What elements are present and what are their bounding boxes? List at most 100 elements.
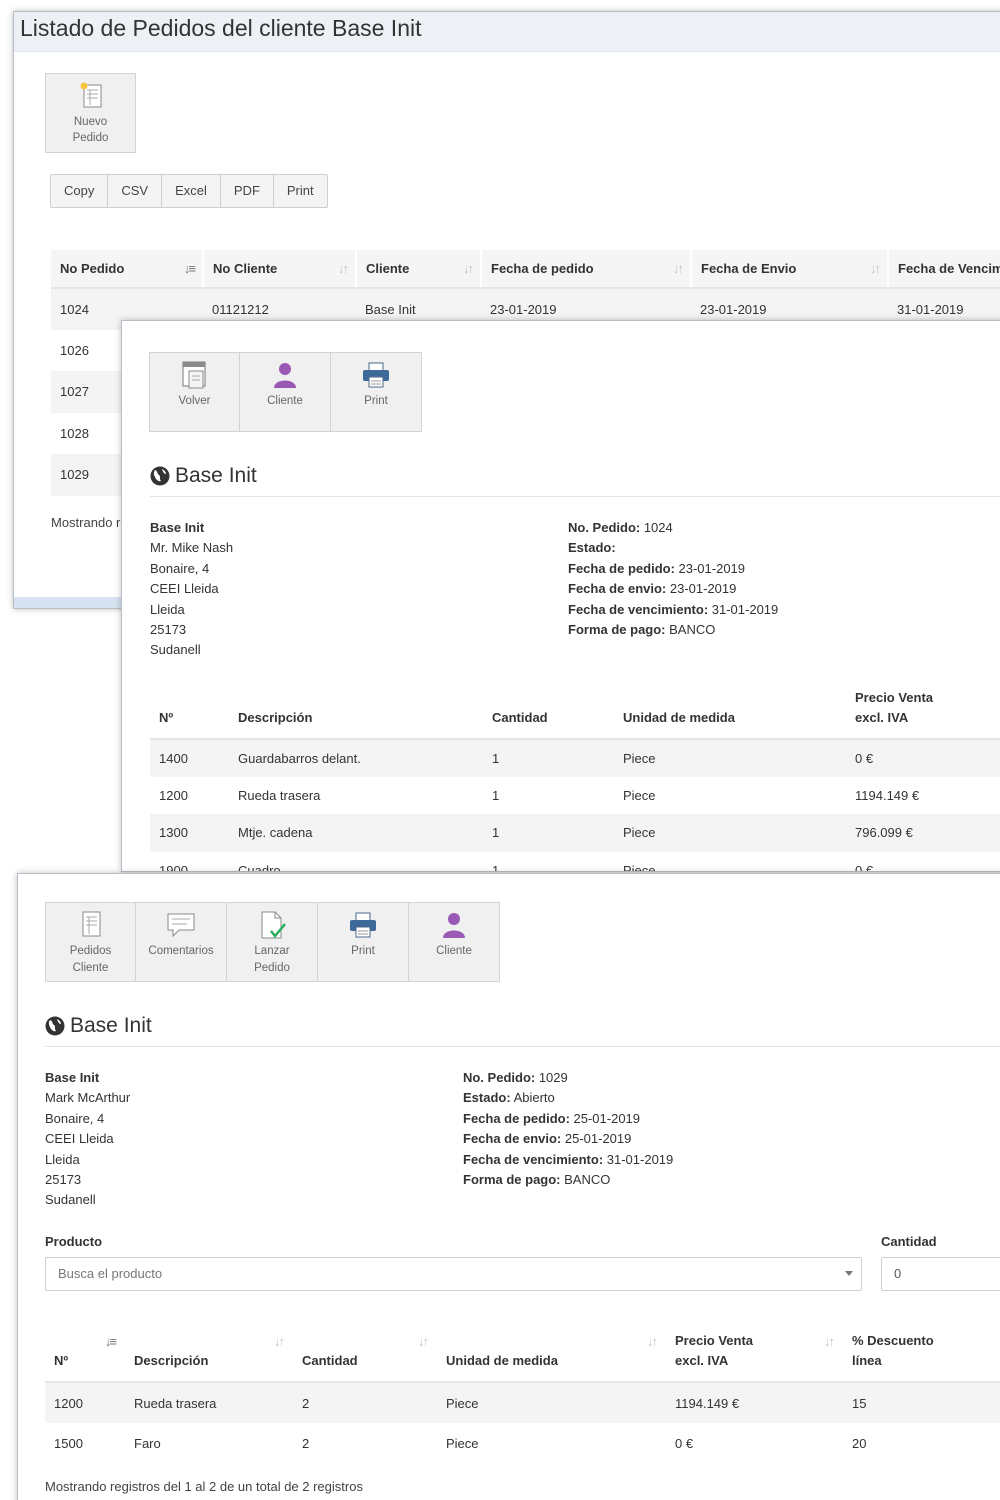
- comment-icon: [167, 913, 195, 938]
- address-line: Base Init: [150, 520, 205, 535]
- customer-name: Base Init: [70, 1014, 152, 1037]
- cell: Faro: [134, 1436, 161, 1451]
- col-numero: Nº: [150, 683, 229, 740]
- order-view-window: Volver Cliente Print Base Init Base Init…: [121, 320, 1000, 872]
- address-line: Mr. Mike Nash: [150, 540, 234, 556]
- col-label: Nº: [54, 1353, 69, 1368]
- pdf-button[interactable]: PDF: [219, 175, 273, 207]
- col-no-cliente[interactable]: No Cliente ↓↑: [203, 250, 357, 289]
- sort-icon: ↓↑: [870, 261, 881, 276]
- cell: Piece: [614, 739, 846, 777]
- col-cliente[interactable]: Cliente ↓↑: [356, 250, 482, 289]
- table-row[interactable]: 1200 Rueda trasera 2 Piece 1194.149 €15: [45, 1382, 1000, 1423]
- address-line: CEEI Lleida: [150, 581, 219, 597]
- document-check-icon: [261, 911, 286, 939]
- copy-button[interactable]: Copy: [51, 175, 107, 207]
- product-search-select[interactable]: Busca el producto: [45, 1257, 862, 1291]
- table-info: Mostrando registros del 1 al 2 de un tot…: [45, 1479, 363, 1494]
- col-precio: Precio Venta excl. IVA: [846, 683, 1000, 740]
- col-precio-line1: Precio Venta: [675, 1333, 754, 1348]
- customer-orders-button[interactable]: Pedidos Cliente: [45, 902, 136, 982]
- address-line: Mark McArthur: [45, 1090, 131, 1106]
- new-order-label-2: Pedido: [72, 132, 109, 144]
- table-row[interactable]: 1200 Rueda trasera 1 Piece 1194.149 €: [150, 777, 1000, 815]
- customer-address: Base Init Mark McArthur Bonaire, 4 CEEI …: [45, 1068, 130, 1211]
- col-fecha-vencimiento[interactable]: Fecha de Vencim: [888, 250, 1000, 289]
- info-value: 25-01-2019: [561, 1131, 632, 1147]
- info-label: Forma de pago:: [568, 622, 666, 638]
- printer-icon: [363, 362, 389, 388]
- col-unidad[interactable]: Unidad de medida ↓↑: [437, 1326, 666, 1383]
- table-row[interactable]: 1300 Mtje. cadena 1 Piece 796.099 €: [150, 814, 1000, 852]
- print-order-label: Print: [364, 395, 388, 407]
- client-button[interactable]: Cliente: [409, 902, 500, 982]
- col-no-pedido[interactable]: No Pedido ↓≡: [51, 250, 204, 289]
- info-line: Forma de pago: BANCO: [568, 620, 778, 640]
- table-row[interactable]: 1500 Faro 2 Piece 0 € 20: [45, 1423, 1000, 1464]
- col-label: Cliente: [366, 261, 410, 276]
- print-button[interactable]: Print: [272, 175, 327, 207]
- quantity-label: Cantidad: [881, 1234, 937, 1249]
- back-button[interactable]: Volver: [149, 352, 240, 432]
- print-button[interactable]: Print: [318, 902, 409, 982]
- col-precio-line2: excl. IVA: [675, 1353, 729, 1368]
- cell: 1200: [45, 1382, 125, 1423]
- sort-icon: ↓↑: [338, 261, 349, 276]
- back-button-label: Volver: [178, 395, 211, 407]
- new-order-button[interactable]: Nuevo Pedido: [45, 73, 136, 153]
- cell: Piece: [437, 1382, 666, 1423]
- cell: Rueda trasera: [125, 1382, 293, 1423]
- address-line: Lleida: [150, 601, 185, 617]
- comments-button[interactable]: Comentarios: [136, 902, 227, 982]
- order-edit-toolbar: Pedidos Cliente Comentarios Lanzar Pedid…: [45, 902, 500, 982]
- col-label: Fecha de Vencim: [898, 261, 1000, 276]
- col-precio[interactable]: Precio Venta excl. IVA ↓↑: [666, 1326, 843, 1383]
- info-value: 25-01-2019: [569, 1110, 641, 1126]
- cell: 1: [492, 862, 500, 872]
- quantity-input[interactable]: 0: [881, 1257, 1000, 1291]
- info-value: 31-01-2019: [603, 1151, 674, 1167]
- excel-button[interactable]: Excel: [161, 175, 220, 207]
- col-descuento[interactable]: % Descuento línea: [843, 1326, 1000, 1383]
- cell: Guardabarros delant.: [229, 739, 483, 777]
- info-line: Estado:: [568, 538, 778, 558]
- order-lines-table: Nº Descripción Cantidad Unidad de medida…: [150, 683, 1000, 872]
- col-fecha-envio[interactable]: Fecha de Envio ↓↑: [691, 250, 889, 289]
- sort-icon: ↓↑: [274, 1334, 285, 1349]
- print-order-button[interactable]: Print: [331, 352, 422, 432]
- info-label: Fecha de envio:: [463, 1131, 562, 1147]
- table-row[interactable]: 1400 Guardabarros delant. 1 Piece 0 €: [150, 739, 1000, 777]
- address-line: 25173: [45, 1172, 82, 1188]
- cell: 1900: [159, 862, 188, 872]
- table-row[interactable]: 1900 Cuadro 1 Piece 0 €: [150, 852, 1000, 872]
- col-numero[interactable]: Nº ↓≡: [45, 1326, 125, 1383]
- info-label: Estado:: [568, 540, 616, 556]
- cell: 1400: [150, 739, 229, 777]
- cell: 1194.149 €: [855, 787, 920, 803]
- order-info: No. Pedido: 1024 Estado: Fecha de pedido…: [568, 518, 778, 640]
- info-label: Estado:: [463, 1090, 511, 1106]
- csv-button[interactable]: CSV: [107, 175, 161, 207]
- col-label: Fecha de pedido: [491, 261, 594, 276]
- client-button[interactable]: Cliente: [240, 352, 331, 432]
- cell: 2: [302, 1436, 310, 1451]
- product-label: Producto: [45, 1234, 103, 1249]
- col-descripcion[interactable]: Descripción ↓↑: [125, 1326, 293, 1383]
- col-cantidad[interactable]: Cantidad ↓↑: [293, 1326, 437, 1383]
- export-button-group: Copy CSV Excel PDF Print: [50, 174, 328, 208]
- info-line: Fecha de vencimiento: 31-01-2019: [463, 1150, 673, 1170]
- client-label: Cliente: [436, 945, 472, 957]
- address-line: Lleida: [45, 1151, 80, 1167]
- address-line: Base Init: [45, 1070, 100, 1085]
- col-fecha-pedido[interactable]: Fecha de pedido ↓↑: [481, 250, 692, 289]
- new-document-icon: [80, 82, 101, 108]
- launch-order-button[interactable]: Lanzar Pedido: [227, 902, 318, 982]
- sort-icon: ↓↑: [673, 261, 684, 276]
- cell: Piece: [623, 787, 656, 803]
- divider: [45, 1046, 1000, 1047]
- info-value: BANCO: [665, 622, 716, 638]
- cell: 1200: [159, 787, 188, 803]
- order-view-toolbar: Volver Cliente Print: [149, 352, 422, 432]
- info-value: 23-01-2019: [674, 560, 746, 576]
- address-line: 25173: [150, 622, 187, 638]
